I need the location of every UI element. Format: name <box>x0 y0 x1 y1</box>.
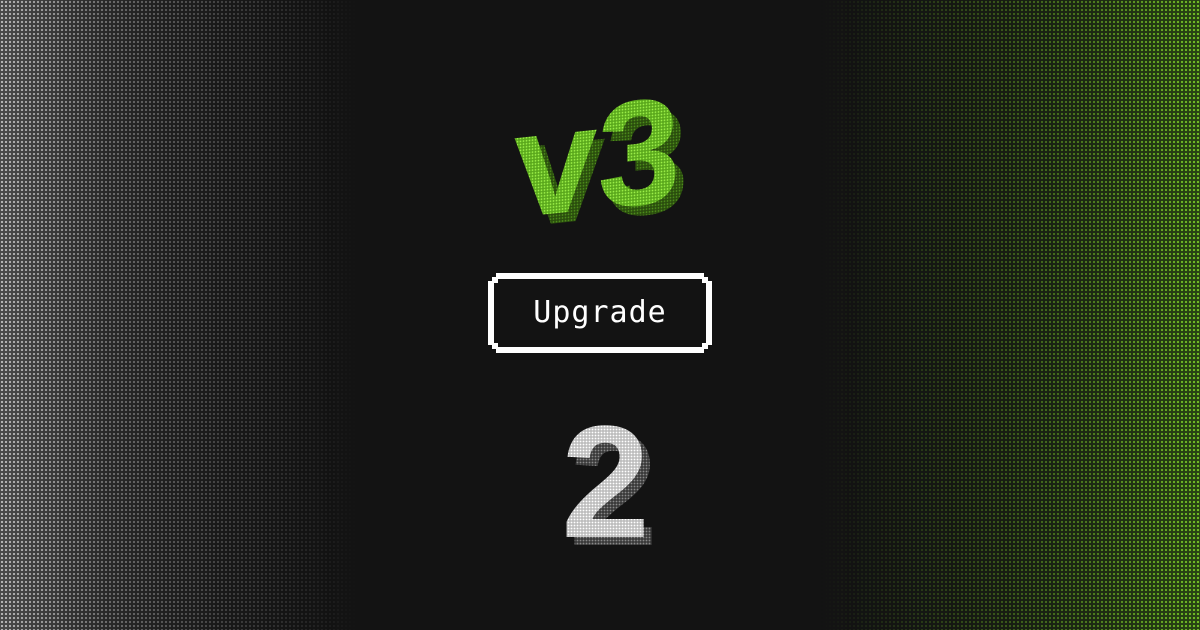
left-dither-gradient <box>0 0 360 630</box>
right-dither-gradient <box>820 0 1200 630</box>
to-version-text: 2 <box>561 395 650 555</box>
hero-banner: v3 v3 Upgrade 2 2 <box>0 0 1200 630</box>
upgrade-button-label: Upgrade <box>533 295 667 330</box>
from-version-heading: v3 v3 <box>510 78 710 238</box>
to-version-numeral: 2 2 <box>555 395 655 555</box>
from-version-text: v3 <box>514 78 681 238</box>
upgrade-button[interactable]: Upgrade <box>488 273 712 353</box>
